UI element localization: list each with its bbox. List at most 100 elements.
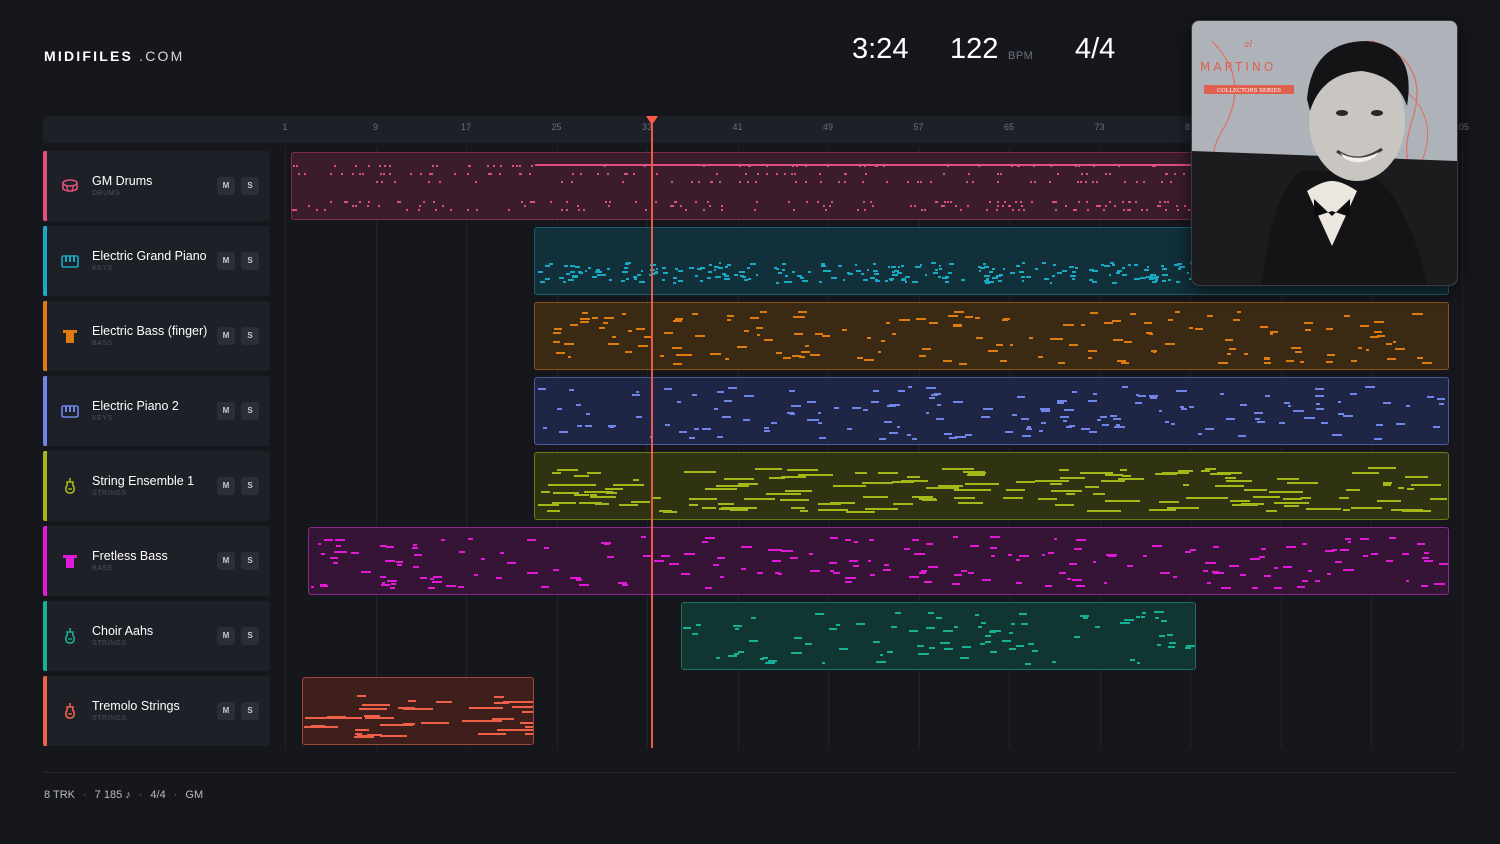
midi-note <box>1184 205 1187 207</box>
midi-note <box>1406 488 1414 491</box>
solo-button[interactable]: S <box>241 552 259 570</box>
midi-note <box>750 262 757 265</box>
midi-clip[interactable] <box>307 527 1449 595</box>
midi-note <box>1062 419 1067 422</box>
ruler-tick: 49 <box>822 122 834 132</box>
midi-note <box>904 280 908 283</box>
midi-note <box>989 201 992 203</box>
solo-button[interactable]: S <box>241 627 259 645</box>
midi-note <box>1123 209 1126 211</box>
midi-note <box>838 181 841 183</box>
midi-note <box>1048 551 1054 554</box>
midi-note <box>420 576 428 579</box>
midi-clip[interactable] <box>533 452 1449 520</box>
midi-note <box>875 661 886 664</box>
midi-note <box>930 181 933 183</box>
midi-clip[interactable] <box>533 302 1449 370</box>
midi-note <box>1092 392 1097 395</box>
midi-note <box>340 173 343 175</box>
midi-clip[interactable] <box>680 602 1196 670</box>
track-row[interactable]: Electric Piano 2 KEYS M S <box>43 376 270 446</box>
midi-note <box>1110 262 1115 265</box>
midi-note <box>586 471 602 474</box>
solo-button[interactable]: S <box>241 252 259 270</box>
midi-note <box>1210 473 1231 476</box>
playhead-line[interactable] <box>650 124 653 748</box>
midi-note <box>716 173 719 175</box>
midi-note <box>634 201 637 203</box>
solo-button[interactable]: S <box>241 402 259 420</box>
bass-icon <box>61 327 79 345</box>
midi-note <box>717 391 725 394</box>
footer-note-count: 7 185 ♪ <box>94 789 131 801</box>
midi-note <box>1142 181 1145 183</box>
midi-note <box>951 582 961 585</box>
midi-note <box>1314 387 1325 390</box>
midi-note <box>1019 555 1029 558</box>
midi-note <box>739 271 746 274</box>
midi-clip[interactable] <box>301 677 534 745</box>
solo-button[interactable]: S <box>241 327 259 345</box>
solo-button[interactable]: S <box>241 177 259 195</box>
midi-note <box>1250 558 1260 561</box>
midi-note <box>419 173 422 175</box>
midi-note <box>756 326 764 329</box>
mute-button[interactable]: M <box>217 627 235 645</box>
midi-note <box>1065 425 1072 428</box>
mute-button[interactable]: M <box>217 552 235 570</box>
midi-note <box>694 274 699 277</box>
solo-button[interactable]: S <box>241 477 259 495</box>
midi-note <box>639 281 646 284</box>
mute-button[interactable]: M <box>217 477 235 495</box>
midi-note <box>1108 274 1111 277</box>
mute-button[interactable]: M <box>217 177 235 195</box>
track-row[interactable]: String Ensemble 1 STRINGS M S <box>43 451 270 521</box>
solo-button[interactable]: S <box>241 702 259 720</box>
midi-note <box>1112 319 1121 322</box>
midi-note <box>681 572 691 575</box>
track-row[interactable]: Electric Grand Piano KEYS M S <box>43 226 270 296</box>
midi-note <box>817 411 822 414</box>
playhead-marker[interactable] <box>645 116 658 125</box>
midi-note <box>1056 173 1059 175</box>
midi-clip[interactable] <box>533 377 1449 445</box>
midi-note <box>979 642 985 645</box>
midi-note <box>821 661 826 664</box>
midi-note <box>844 181 847 183</box>
midi-note <box>599 327 606 330</box>
midi-note <box>1082 617 1088 620</box>
midi-note <box>748 278 752 281</box>
track-row[interactable]: Tremolo Strings STRINGS M S <box>43 676 270 746</box>
midi-note <box>303 173 306 175</box>
midi-note <box>804 181 807 183</box>
midi-note <box>352 173 355 175</box>
midi-note <box>431 581 443 584</box>
midi-note <box>621 181 624 183</box>
mute-button[interactable]: M <box>217 702 235 720</box>
mute-button[interactable]: M <box>217 327 235 345</box>
mute-button[interactable]: M <box>217 402 235 420</box>
midi-note <box>1237 434 1246 437</box>
midi-note <box>564 265 569 268</box>
track-row[interactable]: Choir Aahs STRINGS M S <box>43 601 270 671</box>
midi-note <box>756 334 761 337</box>
track-row[interactable]: Fretless Bass BASS M S <box>43 526 270 596</box>
midi-note <box>1133 263 1139 266</box>
midi-note <box>1365 348 1370 351</box>
midi-note <box>943 205 946 207</box>
midi-note <box>1226 480 1253 483</box>
track-row[interactable]: GM Drums DRUMS M S <box>43 151 270 221</box>
mute-button[interactable]: M <box>217 252 235 270</box>
midi-note <box>1206 314 1213 317</box>
midi-note <box>1015 644 1025 647</box>
midi-note <box>857 357 864 359</box>
track-row[interactable]: Electric Bass (finger) BASS M S <box>43 301 270 371</box>
midi-note <box>861 272 864 275</box>
midi-note <box>558 430 569 433</box>
midi-note <box>1104 264 1110 267</box>
midi-note <box>692 632 698 635</box>
midi-note <box>1282 565 1292 568</box>
midi-note <box>1153 611 1164 614</box>
midi-note <box>1346 488 1360 491</box>
track-category: STRINGS <box>92 640 127 647</box>
